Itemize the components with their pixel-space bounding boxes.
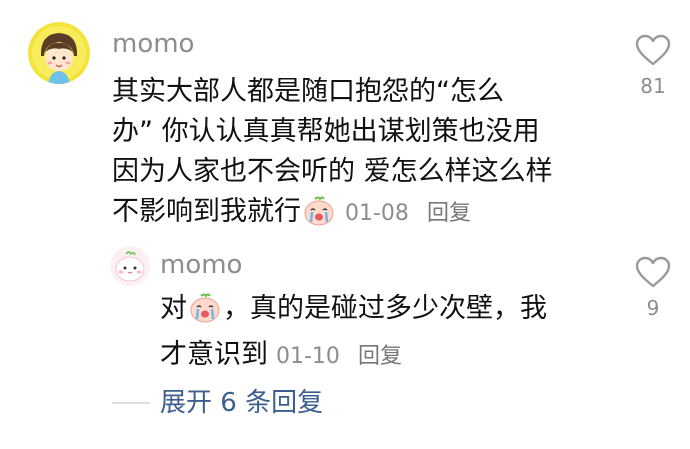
like-count: 9: [646, 296, 660, 320]
crying-face-icon: [189, 293, 221, 335]
like-count: 81: [640, 74, 666, 98]
reply-text-line: 才意识到: [160, 339, 268, 370]
reply-body: 对 ，真的是碰过多少次壁，我 才意识到 01-10 回复: [160, 289, 600, 377]
comment-username[interactable]: momo: [112, 29, 194, 59]
comment-text-line: 其实大部人都是随口抱怨的“怎么: [112, 76, 504, 107]
comment-text-line: 因为人家也不会听的 爱怎么样这么样: [112, 156, 553, 187]
crying-face-icon: [303, 196, 335, 238]
reply-date: 01-10: [276, 344, 340, 369]
reply-avatar[interactable]: [110, 246, 150, 286]
comment-date: 01-08: [345, 201, 409, 226]
reply-first-line: 对 ，真的是碰过多少次壁，我: [160, 289, 600, 335]
comment-text-line: 不影响到我就行: [112, 196, 301, 227]
reply-text-prefix: 对: [160, 293, 187, 324]
reply-last-line: 才意识到 01-10 回复: [160, 335, 600, 377]
heart-outline-icon[interactable]: [635, 34, 671, 66]
like-button[interactable]: 81: [628, 34, 678, 98]
reply-username[interactable]: momo: [160, 250, 242, 280]
divider-line: [112, 402, 150, 404]
expand-replies[interactable]: 展开 6 条回复: [112, 387, 323, 419]
reply-button[interactable]: 回复: [427, 201, 471, 226]
avatar[interactable]: [28, 22, 90, 84]
reply-button[interactable]: 回复: [358, 344, 402, 369]
reply-text-line: ，真的是碰过多少次壁，我: [223, 293, 547, 324]
comment-text-line: 办” 你认认真真帮她出谋划策也没用: [112, 116, 540, 147]
comment-last-line: 不影响到我就行 01-08 回复: [112, 192, 592, 238]
comment-thread: momo 其实大部人都是随口抱怨的“怎么 办” 你认认真真帮她出谋划策也没用 因…: [0, 0, 690, 449]
like-button[interactable]: 9: [628, 256, 678, 320]
expand-replies-button[interactable]: 展开 6 条回复: [160, 387, 323, 419]
comment-body: 其实大部人都是随口抱怨的“怎么 办” 你认认真真帮她出谋划策也没用 因为人家也不…: [112, 72, 592, 238]
heart-outline-icon[interactable]: [635, 256, 671, 288]
